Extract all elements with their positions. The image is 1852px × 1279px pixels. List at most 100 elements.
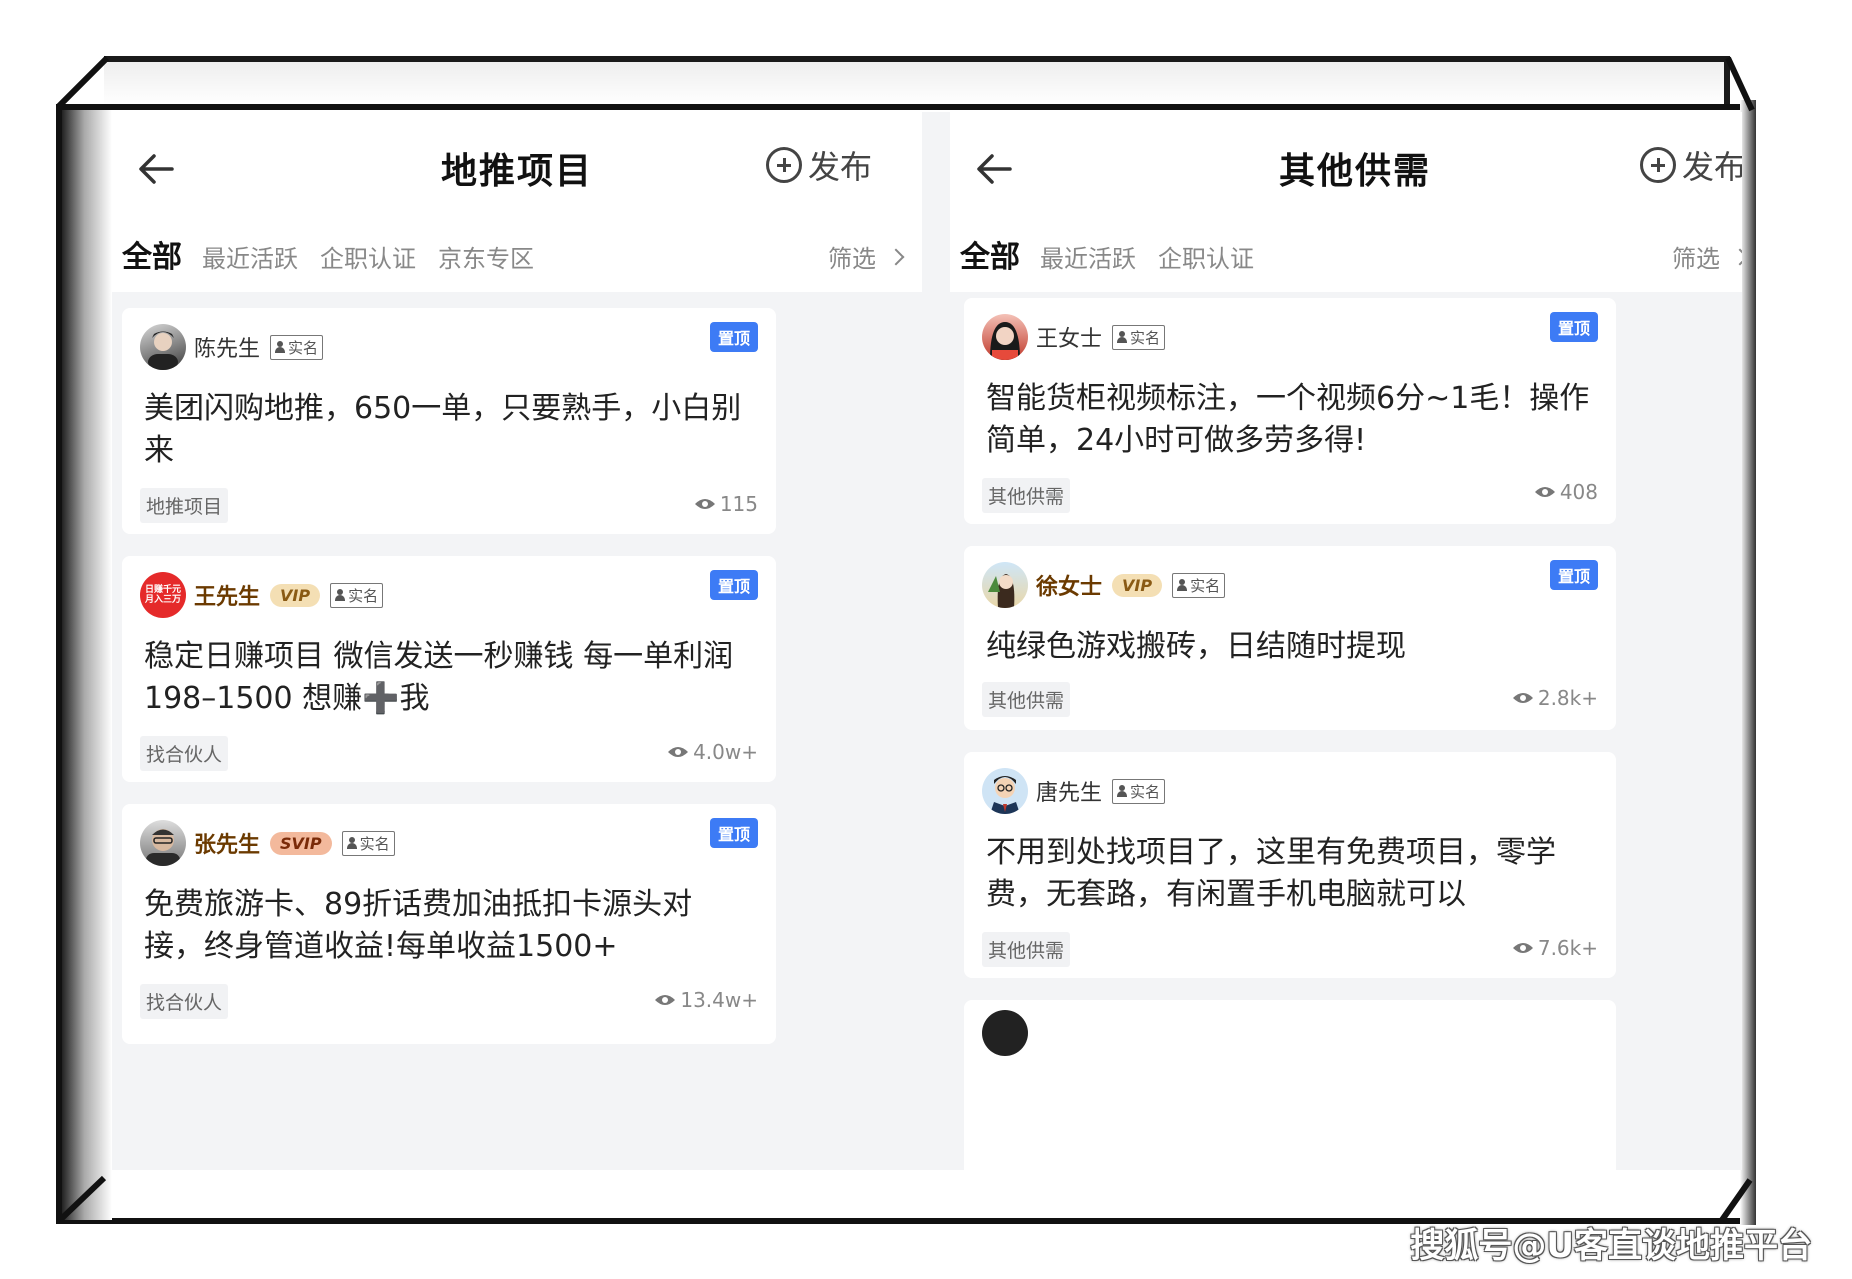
publish-label: 发布 xyxy=(1681,148,1742,186)
post-header: 张先生 SVIP 实名 xyxy=(140,820,395,866)
post-card[interactable]: 王女士 实名 置顶 智能货柜视频标注，一个视频6分~1毛！操作简单，24小时可做… xyxy=(964,298,1616,524)
tab-recent-active[interactable]: 最近活跃 xyxy=(202,239,298,274)
post-card[interactable]: 徐女士 VIP 实名 置顶 纯绿色游戏搬砖，日结随时提现 其他供需 2.8k+ xyxy=(964,546,1616,730)
avatar-label: 日赚千元 月入三万 xyxy=(144,585,181,605)
avatar[interactable] xyxy=(982,314,1028,360)
post-card[interactable]: 日赚千元 月入三万 王先生 VIP 实名 置顶 稳定日赚项目 微信发送一秒赚钱 … xyxy=(122,556,776,782)
person-icon xyxy=(335,589,346,601)
view-count: 13.4w+ xyxy=(654,988,758,1012)
post-card-partial[interactable] xyxy=(964,1000,1616,1170)
avatar[interactable] xyxy=(982,768,1028,814)
tab-verified[interactable]: 企职认证 xyxy=(320,239,416,274)
vip-badge: VIP xyxy=(1112,573,1163,597)
avatar[interactable] xyxy=(982,562,1028,608)
filter-tabs: 全部 最近活跃 企职认证 京东专区 筛选 xyxy=(122,232,905,276)
filter-button[interactable]: 筛选 xyxy=(828,239,905,274)
eye-icon xyxy=(668,747,689,757)
user-name[interactable]: 陈先生 xyxy=(194,331,260,363)
publish-button[interactable]: 发布 xyxy=(765,142,872,188)
post-text[interactable]: 纯绿色游戏搬砖，日结随时提现 xyxy=(986,626,1590,668)
user-name[interactable]: 王女士 xyxy=(1036,321,1102,353)
filter-tabs: 全部 最近活跃 企职认证 筛选 xyxy=(960,232,1742,276)
view-count: 4.0w+ xyxy=(667,740,758,764)
user-name[interactable]: 唐先生 xyxy=(1036,775,1102,807)
filter-button[interactable]: 筛选 xyxy=(1672,239,1742,274)
vip-badge: VIP xyxy=(270,583,321,607)
tab-all[interactable]: 全部 xyxy=(960,232,1020,276)
real-name-badge: 实名 xyxy=(341,830,395,856)
category-tag[interactable]: 其他供需 xyxy=(982,932,1071,967)
person-icon xyxy=(275,341,286,353)
post-header: 徐女士 VIP 实名 xyxy=(982,562,1226,608)
category-tag[interactable]: 其他供需 xyxy=(982,682,1071,717)
real-name-badge: 实名 xyxy=(270,334,324,360)
post-card[interactable]: 唐先生 实名 不用到处找项目了，这里有免费项目，零学费，无套路，有闲置手机电脑就… xyxy=(964,752,1616,978)
eye-icon xyxy=(1512,943,1533,953)
eye-icon xyxy=(655,995,676,1005)
page-title: 其他供需 xyxy=(1278,151,1431,192)
filter-label: 筛选 xyxy=(828,245,876,273)
tab-recent-active[interactable]: 最近活跃 xyxy=(1040,239,1136,274)
post-card[interactable]: 张先生 SVIP 实名 置顶 免费旅游卡、89折话费加油抵扣卡源头对接，终身管道… xyxy=(122,804,776,1044)
right-header: 其他供需 发布 全部 最近活跃 企职认证 筛选 xyxy=(950,112,1742,292)
pinned-badge: 置顶 xyxy=(709,322,758,352)
real-name-badge: 实名 xyxy=(330,582,384,608)
person-icon xyxy=(1117,785,1128,797)
left-header: 地推项目 发布 全部 最近活跃 企职认证 京东专区 筛选 xyxy=(112,112,922,292)
pinned-badge: 置顶 xyxy=(709,818,758,848)
view-count: 2.8k+ xyxy=(1512,686,1598,710)
post-text[interactable]: 智能货柜视频标注，一个视频6分~1毛！操作简单，24小时可做多劳多得! xyxy=(986,378,1590,462)
tab-all[interactable]: 全部 xyxy=(122,232,182,276)
avatar[interactable]: 日赚千元 月入三万 xyxy=(140,572,186,618)
eye-icon xyxy=(694,499,715,509)
person-icon xyxy=(1177,579,1188,591)
post-card[interactable]: 陈先生 实名 置顶 美团闪购地推，650一单，只要熟手，小白别来 地推项目 11… xyxy=(122,308,776,534)
user-name[interactable]: 王先生 xyxy=(194,579,260,611)
user-name[interactable]: 张先生 xyxy=(194,827,260,859)
chevron-right-icon xyxy=(1731,248,1742,265)
user-name[interactable]: 徐女士 xyxy=(1036,569,1102,601)
eye-icon xyxy=(1534,487,1555,497)
real-name-badge: 实名 xyxy=(1112,324,1166,350)
post-text[interactable]: 不用到处找项目了，这里有免费项目，零学费，无套路，有闲置手机电脑就可以 xyxy=(986,832,1590,916)
svip-badge: SVIP xyxy=(270,831,332,855)
right-screen: 其他供需 发布 全部 最近活跃 企职认证 筛选 王女士 实名 置顶 智能货柜视频… xyxy=(950,112,1742,1170)
publish-button[interactable]: 发布 xyxy=(1639,142,1742,188)
category-tag[interactable]: 其他供需 xyxy=(982,478,1071,513)
category-tag[interactable]: 地推项目 xyxy=(140,488,229,523)
plus-circle-icon xyxy=(765,147,802,183)
eye-icon xyxy=(1512,693,1533,703)
avatar[interactable] xyxy=(140,820,186,866)
tab-jd-zone[interactable]: 京东专区 xyxy=(438,239,534,274)
post-text[interactable]: 稳定日赚项目 微信发送一秒赚钱 每一单利润198–1500 想赚➕我 xyxy=(144,636,750,720)
frame-shade-top xyxy=(104,62,1724,106)
post-header: 日赚千元 月入三万 王先生 VIP 实名 xyxy=(140,572,384,618)
watermark: 搜狐号@U客直谈地推平台 xyxy=(1410,1226,1812,1266)
avatar[interactable] xyxy=(982,1010,1028,1056)
tab-verified[interactable]: 企职认证 xyxy=(1158,239,1254,274)
left-screen: 地推项目 发布 全部 最近活跃 企职认证 京东专区 筛选 陈先生 实名 置顶 美… xyxy=(112,112,922,1170)
view-count: 7.6k+ xyxy=(1512,936,1598,960)
frame-shade-right xyxy=(1740,100,1756,1225)
person-icon xyxy=(346,837,357,849)
real-name-badge: 实名 xyxy=(1112,778,1166,804)
chevron-right-icon xyxy=(887,248,905,265)
avatar[interactable] xyxy=(140,324,186,370)
filter-label: 筛选 xyxy=(1672,245,1720,273)
publish-label: 发布 xyxy=(807,148,872,186)
pinned-badge: 置顶 xyxy=(1549,312,1598,342)
category-tag[interactable]: 找合伙人 xyxy=(140,736,229,771)
post-text[interactable]: 美团闪购地推，650一单，只要熟手，小白别来 xyxy=(144,388,750,472)
pinned-badge: 置顶 xyxy=(1549,560,1598,590)
view-count: 115 xyxy=(694,492,758,516)
person-icon xyxy=(1117,331,1128,343)
screenshots-container: 地推项目 发布 全部 最近活跃 企职认证 京东专区 筛选 陈先生 实名 置顶 美… xyxy=(112,112,1742,1170)
post-header: 唐先生 实名 xyxy=(982,768,1166,814)
category-tag[interactable]: 找合伙人 xyxy=(140,984,229,1019)
post-header: 陈先生 实名 xyxy=(140,324,324,370)
real-name-badge: 实名 xyxy=(1172,572,1226,598)
post-header: 王女士 实名 xyxy=(982,314,1166,360)
post-text[interactable]: 免费旅游卡、89折话费加油抵扣卡源头对接，终身管道收益!每单收益1500+ xyxy=(144,884,750,968)
frame-shade-left xyxy=(62,110,112,1220)
pinned-badge: 置顶 xyxy=(709,570,758,600)
